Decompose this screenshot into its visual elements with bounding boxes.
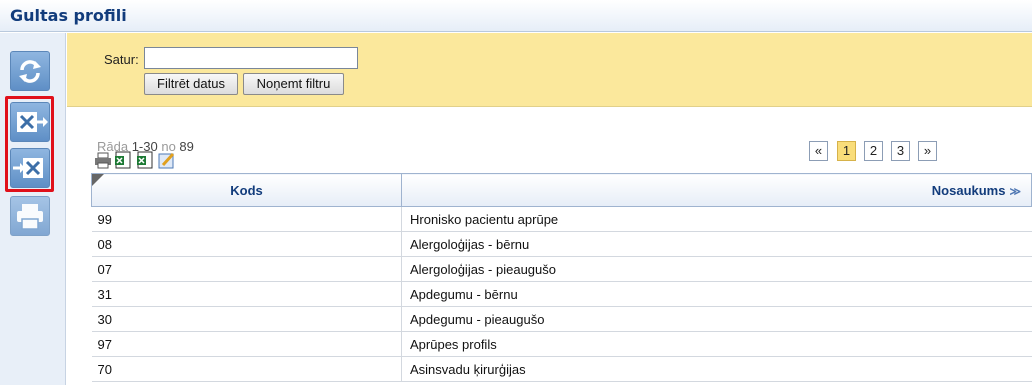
excel-small-icon-2[interactable] xyxy=(136,151,154,169)
cell-nosaukums: Asinsvadu ķirurģijas xyxy=(401,356,1032,382)
cell-kods: 70 xyxy=(91,356,402,382)
sort-icon[interactable]: ≫ xyxy=(1009,185,1021,198)
table-row[interactable]: 70 Asinsvadu ķirurģijas xyxy=(91,356,1032,382)
pager-page-3[interactable]: 3 xyxy=(891,141,910,161)
table-row[interactable]: 30 Apdegumu - pieaugušo xyxy=(91,306,1032,332)
filter-input[interactable] xyxy=(144,47,358,69)
print-small-icon[interactable] xyxy=(94,151,112,169)
corner-marker xyxy=(92,174,104,186)
cell-nosaukums: Aprūpes profils xyxy=(401,331,1032,357)
cell-nosaukums: Alergoloģijas - pieaugušo xyxy=(401,256,1032,282)
column-header-kods-label: Kods xyxy=(230,182,263,198)
left-toolbar xyxy=(0,33,66,385)
refresh-icon xyxy=(19,60,41,83)
cell-kods: 97 xyxy=(91,331,402,357)
clear-filter-button[interactable]: Noņemt filtru xyxy=(243,73,344,95)
column-header-kods[interactable]: Kods xyxy=(91,173,402,207)
cell-nosaukums: Hronisko pacientu aprūpe xyxy=(401,206,1032,232)
print-button[interactable] xyxy=(10,196,50,236)
data-table: Kods Nosaukums ≫ 99 Hronisko pacientu aprū… xyxy=(91,173,1032,382)
table-row[interactable]: 31 Apdegumu - bērnu xyxy=(91,281,1032,307)
cell-kods: 31 xyxy=(91,281,402,307)
cell-nosaukums: Apdegumu - bērnu xyxy=(401,281,1032,307)
table-row[interactable]: 07 Alergoloģijas - pieaugušo xyxy=(91,256,1032,282)
column-header-nosaukums-label: Nosaukums xyxy=(931,182,1006,198)
filter-button[interactable]: Filtrēt datus xyxy=(144,73,238,95)
grid-area: Rāda 1-30 no 89 « 1 2 3 » Kods Nosaukums… xyxy=(67,107,1032,385)
table-row[interactable]: 08 Alergoloģijas - bērnu xyxy=(91,231,1032,257)
print-icon xyxy=(17,204,43,230)
pager-last[interactable]: » xyxy=(918,141,937,161)
edit-small-icon[interactable] xyxy=(158,151,176,169)
cell-kods: 30 xyxy=(91,306,402,332)
pager-page-2[interactable]: 2 xyxy=(864,141,883,161)
excel-small-icon[interactable] xyxy=(114,151,132,169)
pager-page-1[interactable]: 1 xyxy=(837,141,856,161)
page-info-total: 89 xyxy=(179,139,194,154)
page-title: Gultas profili xyxy=(10,6,127,25)
pager-first[interactable]: « xyxy=(809,141,828,161)
column-header-nosaukums[interactable]: Nosaukums ≫ xyxy=(401,173,1032,207)
filter-label: Satur: xyxy=(104,52,139,67)
cell-nosaukums: Alergoloģijas - bērnu xyxy=(401,231,1032,257)
table-row[interactable]: 99 Hronisko pacientu aprūpe xyxy=(91,206,1032,232)
cell-kods: 07 xyxy=(91,256,402,282)
title-bar: Gultas profili xyxy=(0,0,1032,32)
table-row[interactable]: 97 Aprūpes profils xyxy=(91,331,1032,357)
table-header-row: Kods Nosaukums ≫ xyxy=(91,173,1032,207)
cell-kods: 99 xyxy=(91,206,402,232)
highlight-frame xyxy=(5,96,54,192)
cell-nosaukums: Apdegumu - pieaugušo xyxy=(401,306,1032,332)
filter-panel: Satur: Filtrēt datus Noņemt filtru xyxy=(67,33,1032,107)
refresh-button[interactable] xyxy=(10,51,50,91)
cell-kods: 08 xyxy=(91,231,402,257)
